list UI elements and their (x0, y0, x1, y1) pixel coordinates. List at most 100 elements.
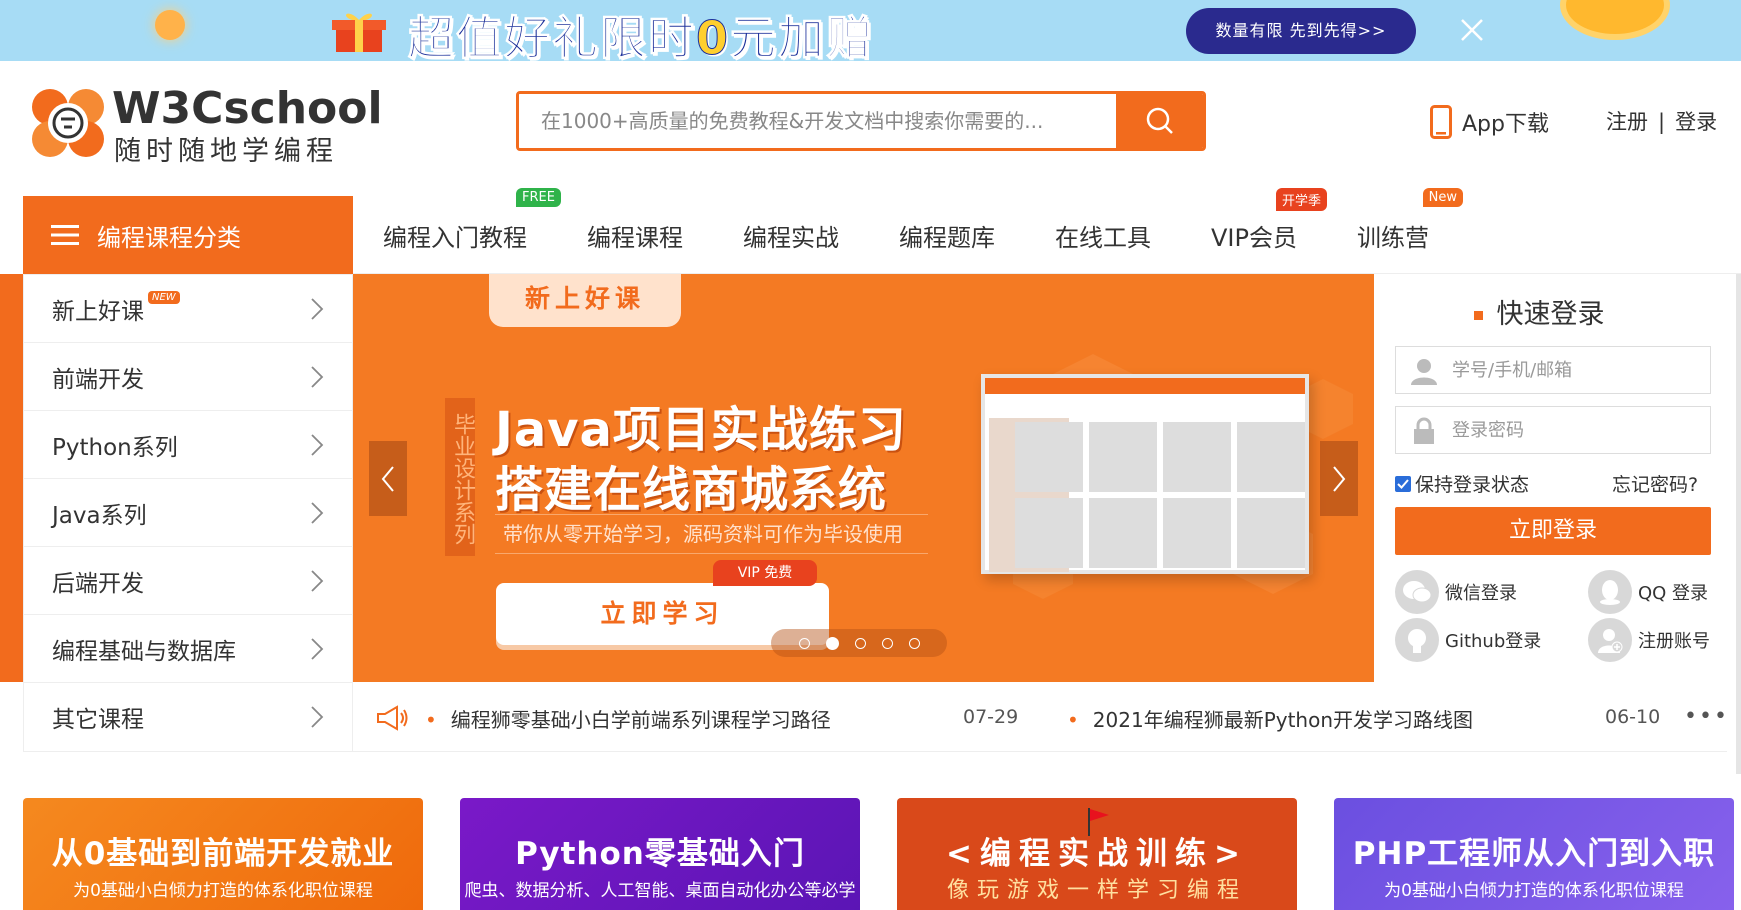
auth-links: 注册 | 登录 (1606, 106, 1717, 136)
new-badge: New (1422, 187, 1463, 207)
card-subtitle: 爬虫、数据分析、人工智能、桌面自动化办公等必学 (464, 881, 856, 901)
announcement-link[interactable]: • 2021年编程狮最新Python开发学习路线图 (1067, 704, 1473, 733)
new-course-tag: 新上好课 (489, 274, 681, 327)
course-card-php[interactable]: PHP工程师从入门到入职 为0基础小白倾力打造的体系化职位课程 (1334, 798, 1734, 910)
wechat-login-button[interactable]: 微信登录 (1395, 570, 1517, 614)
chevron-right-icon (1333, 465, 1346, 492)
main-nav: 编程入门教程 FREE 编程课程 编程实战 编程题库 在线工具 VIP会员 开学季 … (353, 187, 1463, 274)
sidebar-item-label: 后端开发 (52, 570, 144, 597)
account-input[interactable] (1452, 347, 1702, 393)
carousel-dot[interactable] (854, 637, 866, 649)
sidebar-item-basics-database[interactable]: 编程基础与数据库 (24, 615, 352, 683)
nav-item-vip[interactable]: VIP会员 开学季 (1211, 187, 1327, 253)
github-login-label: Github登录 (1445, 631, 1542, 652)
sidebar-item-java[interactable]: Java系列 (24, 479, 352, 547)
course-card-practice[interactable]: <编程实战训练> 像玩游戏一样学习编程 (897, 798, 1297, 910)
page-scrollbar[interactable] (1736, 274, 1741, 774)
login-link[interactable]: 登录 (1675, 106, 1717, 136)
register-link[interactable]: 注册 (1606, 106, 1648, 136)
register-account-button[interactable]: 注册账号 (1588, 618, 1710, 662)
shop-product-grid (1015, 422, 1305, 568)
password-input[interactable] (1452, 407, 1702, 453)
shop-screenshot-image (981, 374, 1309, 574)
vip-free-badge: VIP 免费 (713, 560, 817, 586)
wechat-login-label: 微信登录 (1445, 583, 1517, 604)
carousel-dot[interactable] (825, 636, 839, 650)
nav-item-online-tools[interactable]: 在线工具 (1055, 218, 1151, 253)
nav-item-bootcamp[interactable]: 训练营 New (1357, 187, 1463, 253)
account-field (1395, 346, 1711, 394)
nav-item-courses[interactable]: 编程课程 (587, 218, 683, 253)
sidebar-item-other[interactable]: 其它课程 (24, 683, 352, 751)
course-card-python[interactable]: Python零基础入门 爬虫、数据分析、人工智能、桌面自动化办公等必学 (460, 798, 860, 910)
lion-logo-icon (32, 89, 104, 157)
auth-separator: | (1658, 110, 1666, 134)
forgot-password-link[interactable]: 忘记密码? (1612, 470, 1698, 497)
login-submit-button[interactable]: 立即登录 (1395, 507, 1711, 555)
announcement-link[interactable]: • 编程狮零基础小白学前端系列课程学习路径 (425, 704, 831, 733)
sidebar-item-backend[interactable]: 后端开发 (24, 547, 352, 615)
chevron-right-icon (311, 434, 324, 456)
course-card-frontend[interactable]: 从0基础到前端开发就业 为0基础小白倾力打造的体系化职位课程 (23, 798, 423, 910)
qq-login-button[interactable]: QQ 登录 (1588, 570, 1708, 614)
announcement-bar: • 编程狮零基础小白学前端系列课程学习路径 07-29 • 2021年编程狮最新Py… (353, 682, 1727, 752)
phone-icon (1430, 105, 1452, 139)
sidebar-item-label: 新上好课 (52, 298, 144, 325)
course-category-toggle[interactable]: 编程课程分类 (23, 196, 353, 274)
password-field (1395, 406, 1711, 454)
gift-icon (332, 13, 386, 52)
chevron-right-icon (311, 366, 324, 388)
slide-subtitle: 带你从零开始学习，源码资料可作为毕设使用 (495, 514, 928, 554)
sidebar-accent (0, 274, 23, 682)
site-logo[interactable]: W3Cschool 随时随地学编程 (28, 83, 383, 167)
carousel-indicators (771, 629, 947, 657)
slide-title-line2: 搭建在线商城系统 (495, 462, 888, 518)
logo-slogan: 随时随地学编程 (114, 136, 338, 167)
remember-me-checkbox[interactable]: 保持登录状态 (1395, 470, 1529, 497)
search-input[interactable] (519, 94, 1119, 148)
github-icon (1395, 618, 1439, 662)
free-badge: FREE (516, 187, 561, 207)
carousel-prev-button[interactable] (369, 441, 407, 516)
card-subtitle: 像玩游戏一样学习编程 (946, 878, 1247, 903)
carousel-dot[interactable] (798, 637, 810, 649)
sidebar-item-label: 编程基础与数据库 (52, 638, 236, 665)
close-icon[interactable] (1458, 16, 1486, 44)
title-square-icon (1473, 311, 1483, 320)
card-subtitle: 为0基础小白倾力打造的体系化职位课程 (73, 881, 373, 901)
more-announcements-icon[interactable]: ••• (1684, 704, 1729, 729)
chevron-right-icon (311, 706, 324, 728)
sidebar-item-new-courses[interactable]: 新上好课 NEW (24, 275, 352, 343)
search-button[interactable] (1116, 94, 1203, 148)
announcement-date: 07-29 (963, 706, 1019, 728)
app-download-link[interactable]: App下载 (1430, 102, 1549, 142)
sidebar-item-python[interactable]: Python系列 (24, 411, 352, 479)
shop-header-bar (985, 378, 1305, 394)
register-account-label: 注册账号 (1638, 631, 1710, 652)
sidebar-item-label: 其它课程 (52, 707, 144, 733)
app-download-label: App下载 (1462, 112, 1549, 137)
github-login-button[interactable]: Github登录 (1395, 618, 1541, 662)
quick-login-title: 快速登录 (1374, 292, 1704, 331)
carousel-dot[interactable] (881, 637, 893, 649)
menu-icon (51, 225, 79, 245)
qq-login-label: QQ 登录 (1638, 583, 1709, 604)
sidebar-item-frontend[interactable]: 前端开发 (24, 343, 352, 411)
sidebar-item-label: Python系列 (52, 434, 178, 461)
wechat-icon (1395, 570, 1439, 614)
promo-banner[interactable]: 超值好礼限时0元加赠 数量有限 先到先得>> (0, 0, 1741, 61)
nav-item-question-bank[interactable]: 编程题库 (899, 218, 995, 253)
promo-cta-button[interactable]: 数量有限 先到先得>> (1186, 8, 1416, 54)
qq-icon (1588, 570, 1632, 614)
carousel-dot[interactable] (908, 637, 920, 649)
promo-headline: 超值好礼限时0元加赠 (408, 11, 875, 62)
carousel-next-button[interactable] (1320, 441, 1358, 516)
nav-item-intro-tutorials[interactable]: 编程入门教程 FREE (383, 187, 561, 253)
nav-item-practice[interactable]: 编程实战 (743, 218, 839, 253)
back-to-school-badge: 开学季 (1275, 187, 1327, 211)
search-bar (516, 91, 1206, 151)
hero-carousel[interactable]: 新上好课 毕业设计系列 Java项目实战练习 搭建在线商城系统 带你从零开始学习… (353, 274, 1374, 682)
card-title: 从0基础到前端开发就业 (51, 836, 395, 872)
category-label: 编程课程分类 (97, 223, 241, 252)
chevron-right-icon (311, 298, 324, 320)
